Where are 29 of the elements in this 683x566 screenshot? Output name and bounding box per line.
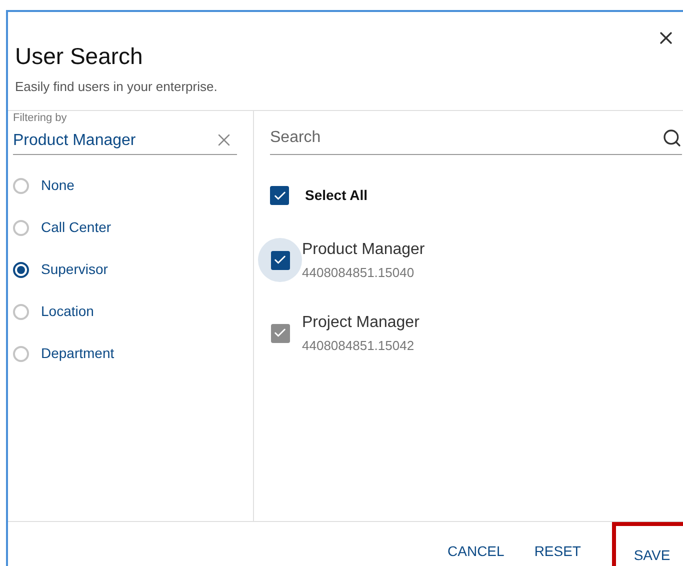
check-icon: [272, 188, 286, 202]
radio-option[interactable]: Department: [13, 343, 237, 364]
highlighted-button[interactable]: SAVE: [612, 522, 683, 566]
checkbox[interactable]: [270, 186, 289, 205]
dialog-title: User Search: [15, 42, 144, 70]
checkbox[interactable]: [270, 250, 290, 270]
radio-label: Department: [41, 344, 114, 363]
user-id: 4408084851.15042: [302, 336, 416, 355]
radio-label: None: [41, 176, 74, 195]
radio-label: Supervisor: [41, 260, 108, 279]
user-name: Product Manager: [302, 240, 425, 260]
filter-field[interactable]: Filtering by Product Manager: [13, 111, 237, 155]
footer-button[interactable]: RESET: [519, 522, 596, 562]
search-field[interactable]: Search: [270, 126, 662, 150]
user-id: 4408084851.15040: [302, 264, 416, 282]
filter-value: Product Manager: [13, 131, 136, 151]
footer-button[interactable]: CANCEL: [432, 522, 520, 562]
radio-option[interactable]: Supervisor: [13, 259, 237, 280]
radio-button[interactable]: [13, 262, 29, 278]
radio-label: Call Center: [41, 218, 112, 237]
search-icon[interactable]: [662, 128, 682, 148]
radio-label: Location: [41, 302, 94, 321]
dialog-subtitle: Easily find users in your enterprise.: [15, 78, 218, 96]
radio-option[interactable]: Call Center: [13, 217, 237, 238]
user-name: Project Manager: [302, 312, 420, 333]
select-all-label: Select All: [305, 186, 368, 205]
radio-option[interactable]: Location: [13, 301, 237, 322]
filter-label: Filtering by: [13, 111, 68, 124]
radio-option[interactable]: None: [13, 175, 237, 196]
